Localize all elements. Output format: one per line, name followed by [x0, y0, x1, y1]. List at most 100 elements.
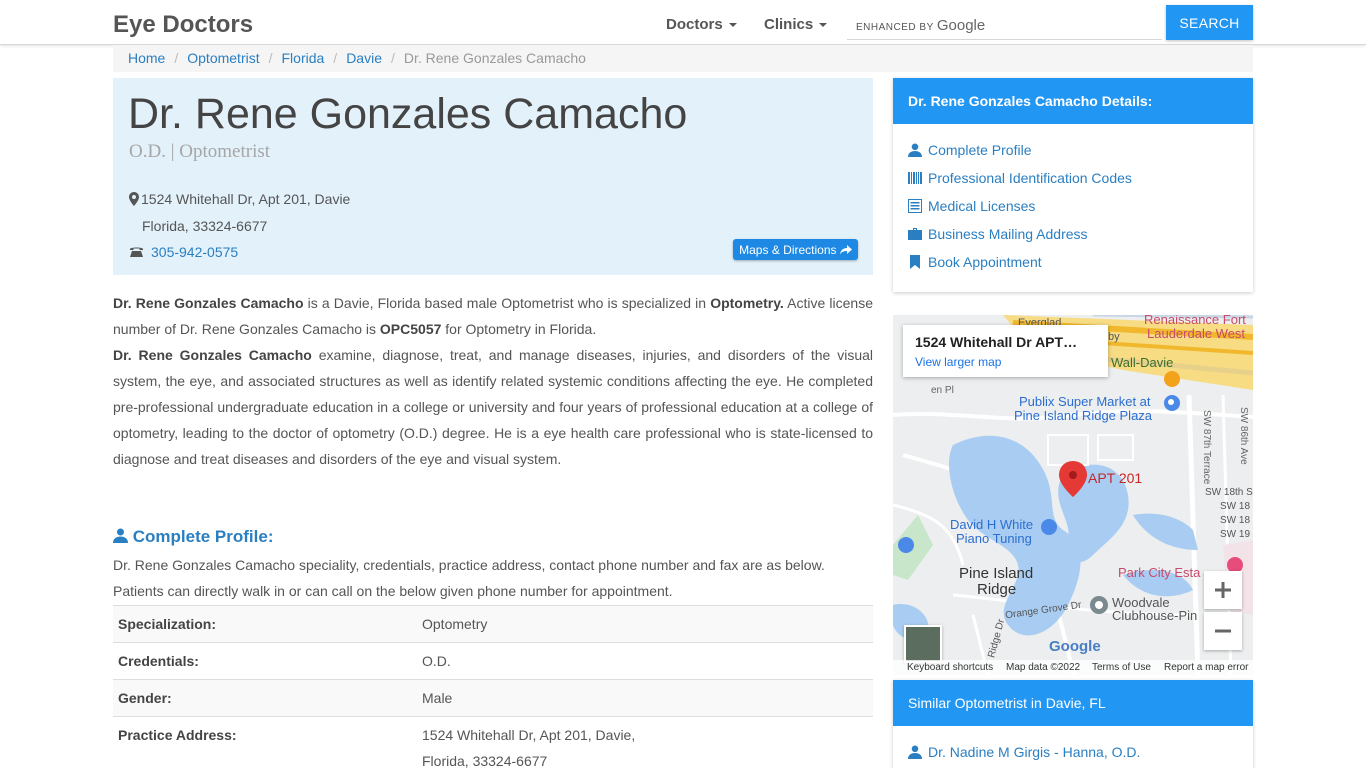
chevron-down-icon — [728, 23, 737, 28]
phone-icon — [130, 247, 143, 257]
map-card-title: 1524 Whitehall Dr APT… — [915, 334, 1078, 350]
phone-link[interactable]: 305-942-0575 — [151, 244, 238, 260]
map-label: by — [1108, 331, 1120, 343]
doctor-description: Dr. Rene Gonzales Camacho is a Davie, Fl… — [113, 290, 873, 472]
desc-text: is a Davie, Florida based male Optometri… — [303, 295, 711, 311]
satellite-toggle[interactable] — [904, 625, 942, 663]
breadcrumb-optometrist[interactable]: Optometrist — [187, 50, 259, 66]
breadcrumb-separator: / — [174, 50, 179, 66]
desc-name: Dr. Rene Gonzales Camacho — [113, 347, 312, 363]
brand-logo[interactable]: Eye Doctors — [113, 11, 253, 39]
phone-row: 305-942-0575 — [129, 244, 238, 260]
map-label: SW 18 — [1220, 501, 1251, 512]
profile-value: 1524 Whitehall Dr, Apt 201, Davie, Florid… — [417, 716, 873, 768]
medical-licenses-link[interactable]: Medical Licenses — [928, 198, 1035, 214]
navbar: Eye Doctors Doctors Clinics ENHANCED BY … — [0, 0, 1366, 45]
map-label: SW 18th S — [1205, 487, 1253, 498]
google-logo: Google — [936, 17, 986, 34]
list-item: Book Appointment — [908, 254, 1238, 282]
profile-key: Gender: — [113, 679, 417, 717]
map-label: en Pl — [931, 385, 954, 396]
profile-key: Credentials: — [113, 642, 417, 680]
description-paragraph-1: Dr. Rene Gonzales Camacho is a Davie, Fl… — [113, 290, 873, 342]
license-list-icon — [908, 199, 922, 213]
profile-key: Practice Address: — [113, 716, 417, 768]
table-row: Specialization: Optometry — [113, 605, 873, 643]
nav-clinics-dropdown[interactable]: Clinics — [764, 16, 828, 33]
address-line-1-text: 1524 Whitehall Dr, Apt 201, Davie — [141, 191, 351, 207]
search-enhanced-label: ENHANCED BY — [856, 22, 934, 33]
complete-profile-title: Complete Profile: — [132, 527, 274, 546]
user-icon — [113, 528, 128, 543]
zoom-out-button[interactable] — [1204, 612, 1242, 650]
breadcrumb-davie[interactable]: Davie — [346, 50, 382, 66]
page-title: Dr. Rene Gonzales Camacho — [128, 90, 688, 138]
briefcase-icon — [908, 228, 922, 240]
breadcrumb-separator: / — [333, 50, 338, 66]
nav-doctors-label: Doctors — [666, 16, 723, 33]
profile-value: Optometry — [417, 605, 873, 643]
breadcrumb-separator: / — [268, 50, 273, 66]
nav-clinics-label: Clinics — [764, 16, 814, 33]
share-arrow-icon — [839, 244, 852, 254]
details-panel: Dr. Rene Gonzales Camacho Details: Compl… — [893, 78, 1253, 292]
similar-panel-title: Similar Optometrist in Davie, FL — [893, 680, 1253, 726]
similar-doctor-link[interactable]: Dr. Nadine M Girgis - Hanna, O.D. — [928, 744, 1140, 760]
desc-text: examine, diagnose, treat, and manage dis… — [113, 347, 873, 467]
mailing-address-link[interactable]: Business Mailing Address — [928, 226, 1088, 242]
map-label: David H White — [950, 517, 1034, 532]
map-label: Lauderdale West — [1147, 326, 1246, 341]
doctor-subtitle: O.D. | Optometrist — [129, 141, 271, 162]
map-label: Piano Tuning — [956, 531, 1032, 546]
similar-link-list: Dr. Nadine M Girgis - Hanna, O.D. — [893, 726, 1253, 768]
minus-icon — [1215, 629, 1231, 633]
table-row: Credentials: O.D. — [113, 642, 873, 680]
complete-profile-text: Dr. Rene Gonzales Camacho speciality, cr… — [113, 557, 825, 599]
report-map-error-link[interactable]: Report a map error — [1164, 662, 1248, 673]
map-label: SW 18 — [1220, 515, 1251, 526]
chevron-down-icon — [819, 23, 828, 28]
profile-value-line: Florida, 33324-6677 — [422, 753, 548, 768]
list-item: Business Mailing Address — [908, 226, 1238, 254]
search-branding: ENHANCED BY Google — [856, 17, 985, 34]
breadcrumb-current: Dr. Rene Gonzales Camacho — [403, 50, 586, 66]
map-attribution: Keyboard shortcuts Map data ©2022 Terms … — [893, 660, 1253, 675]
map-label: Ridge — [977, 581, 1017, 598]
plus-icon — [1215, 582, 1231, 598]
breadcrumb: Home / Optometrist / Florida / Davie / Dr. Rene … — [113, 45, 1253, 72]
maps-directions-label: Maps & Directions — [739, 242, 837, 257]
profile-key: Specialization: — [113, 605, 417, 643]
zoom-in-button[interactable] — [1204, 571, 1242, 609]
google-map[interactable]: Renaissance Fort Lauderdale West Evergla… — [893, 315, 1253, 675]
map-label: Pine Island Ridge Plaza — [1014, 408, 1153, 423]
profile-value-line: 1524 Whitehall Dr, Apt 201, Davie, — [422, 727, 636, 743]
search-button[interactable]: SEARCH — [1166, 5, 1253, 40]
user-icon — [908, 143, 922, 157]
profile-table: Specialization: Optometry Credentials: O.D… — [113, 605, 873, 768]
map-label: Publix Super Market at — [1019, 394, 1151, 409]
desc-license: OPC5057 — [379, 321, 442, 337]
barcode-icon — [908, 172, 922, 184]
keyboard-shortcuts-link[interactable]: Keyboard shortcuts — [907, 662, 993, 673]
book-appointment-link[interactable]: Book Appointment — [928, 254, 1042, 270]
list-item: Professional Identification Codes — [908, 170, 1238, 198]
view-larger-map-link[interactable]: View larger map — [915, 355, 1096, 369]
map-label: SW 19 — [1220, 529, 1251, 540]
map-data-label: Map data ©2022 — [1006, 662, 1081, 673]
details-link-list: Complete Profile Professional Identifica… — [893, 124, 1253, 282]
search-input[interactable]: ENHANCED BY Google — [847, 6, 1162, 40]
nav-doctors-dropdown[interactable]: Doctors — [666, 16, 737, 33]
table-row: Practice Address: 1524 Whitehall Dr, Apt … — [113, 716, 873, 768]
details-panel-title: Dr. Rene Gonzales Camacho Details: — [893, 78, 1253, 124]
breadcrumb-florida[interactable]: Florida — [282, 50, 325, 66]
identification-codes-link[interactable]: Professional Identification Codes — [928, 170, 1132, 186]
breadcrumb-home[interactable]: Home — [128, 50, 165, 66]
doctor-header: Dr. Rene Gonzales Camacho O.D. | Optomet… — [113, 78, 873, 275]
map-label: Pine Island — [959, 565, 1034, 582]
address-line-2: Florida, 33324-6677 — [142, 218, 268, 234]
complete-profile-link[interactable]: Complete Profile — [928, 142, 1032, 158]
google-map-logo: Google — [1049, 638, 1101, 655]
maps-directions-button[interactable]: Maps & Directions — [733, 239, 858, 260]
terms-of-use-link[interactable]: Terms of Use — [1092, 662, 1151, 673]
list-item: Medical Licenses — [908, 198, 1238, 226]
